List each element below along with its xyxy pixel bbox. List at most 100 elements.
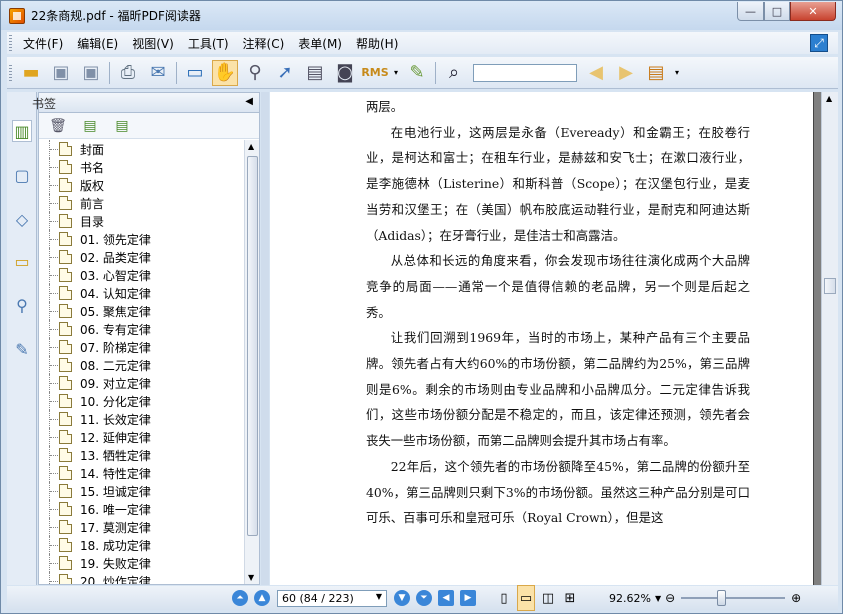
bookmark-item[interactable]: 02. 品类定律: [39, 248, 245, 266]
last-page-icon[interactable]: ⏷: [416, 590, 432, 606]
bookmark-label: 19. 失败定律: [80, 557, 151, 571]
bookmark-item[interactable]: 06. 专有定律: [39, 320, 245, 338]
menu-form[interactable]: 表单(M): [291, 35, 349, 52]
bookmark-label: 03. 心智定律: [80, 269, 151, 283]
find-previous-icon[interactable]: ◀: [583, 60, 609, 86]
previous-page-icon[interactable]: ▲: [254, 590, 270, 606]
bookmark-item[interactable]: 05. 聚焦定律: [39, 302, 245, 320]
zoom-tool-icon[interactable]: ⚲: [242, 60, 268, 86]
panel-splitter[interactable]: [261, 92, 269, 585]
fullscreen-icon[interactable]: ⤢: [810, 34, 828, 52]
close-button[interactable]: ✕: [790, 2, 836, 21]
document-scroll-thumb[interactable]: [824, 278, 836, 294]
bookmark-item[interactable]: 20. 炒作定律: [39, 572, 245, 584]
open-folder-icon[interactable]: ▬: [18, 60, 44, 86]
print-icon[interactable]: ⎙: [115, 60, 141, 86]
tree-line: [50, 203, 58, 204]
bookmarks-scroll-thumb[interactable]: [247, 156, 258, 536]
scroll-down-icon[interactable]: ▼: [248, 573, 254, 582]
bookmark-item[interactable]: 18. 成功定律: [39, 536, 245, 554]
zoom-dropdown-icon[interactable]: ▼: [655, 594, 661, 603]
bookmarks-scrollbar[interactable]: ▲ ▼: [244, 140, 259, 584]
minimize-button[interactable]: —: [737, 2, 764, 21]
save-as-icon[interactable]: ▣: [78, 60, 104, 86]
menu-help[interactable]: 帮助(H): [349, 35, 405, 52]
bookmark-item[interactable]: 16. 唯一定律: [39, 500, 245, 518]
dropdown-arrow-icon[interactable]: ▾: [673, 60, 681, 86]
comments-tab-icon[interactable]: ▭: [12, 250, 32, 272]
bookmark-item[interactable]: 前言: [39, 194, 245, 212]
bookmark-item[interactable]: 09. 对立定律: [39, 374, 245, 392]
snapshot-camera-icon[interactable]: ◙: [332, 60, 358, 86]
go-back-icon[interactable]: ◀: [438, 590, 454, 606]
tree-line: [50, 545, 58, 546]
document-scrollbar[interactable]: ▲: [821, 92, 838, 585]
zoom-slider[interactable]: [681, 590, 786, 606]
menu-file[interactable]: 文件(F): [16, 35, 70, 52]
collapse-panel-icon[interactable]: ◀: [245, 96, 253, 107]
title-bar: 22条商规.pdf - 福昕PDF阅读器 — □ ✕: [1, 1, 842, 30]
bookmark-item[interactable]: 10. 分化定律: [39, 392, 245, 410]
scroll-up-icon[interactable]: ▲: [826, 94, 832, 103]
first-page-icon[interactable]: ⏶: [232, 590, 248, 606]
bookmark-page-icon: [59, 538, 72, 552]
go-forward-icon[interactable]: ▶: [460, 590, 476, 606]
bookmark-item[interactable]: 14. 特性定律: [39, 464, 245, 482]
continuous-page-icon[interactable]: ▭: [517, 585, 535, 611]
full-screen-monitor-icon[interactable]: ▭: [182, 60, 208, 86]
bookmark-item[interactable]: 04. 认知定律: [39, 284, 245, 302]
zoom-slider-knob[interactable]: [717, 590, 727, 606]
bookmark-item[interactable]: 07. 阶梯定律: [39, 338, 245, 356]
bookmark-item[interactable]: 11. 长效定律: [39, 410, 245, 428]
hand-tool-icon[interactable]: ✋: [212, 59, 238, 86]
pages-tab-icon[interactable]: ▢: [12, 164, 32, 186]
zoom-level[interactable]: 92.62%: [609, 592, 651, 605]
delete-bookmark-icon[interactable]: 🗑: [47, 116, 69, 136]
continuous-facing-icon[interactable]: ⊞: [561, 585, 579, 611]
bookmark-item[interactable]: 17. 莫测定律: [39, 518, 245, 536]
facing-page-icon[interactable]: ◫: [539, 585, 557, 611]
rms-icon[interactable]: RMS: [361, 60, 388, 86]
signatures-tab-icon[interactable]: ✎: [12, 338, 32, 360]
bookmark-item[interactable]: 12. 延伸定律: [39, 428, 245, 446]
bookmark-item[interactable]: 版权: [39, 176, 245, 194]
layers-tab-icon[interactable]: ◇: [12, 208, 32, 230]
bookmark-item[interactable]: 封面: [39, 140, 245, 158]
page-dropdown-icon[interactable]: ▼: [373, 592, 385, 605]
menu-edit[interactable]: 编辑(E): [70, 35, 125, 52]
find-input[interactable]: [473, 63, 577, 82]
bookmark-item[interactable]: 13. 牺牲定律: [39, 446, 245, 464]
document-properties-icon[interactable]: ▤: [643, 60, 669, 86]
page-number-field[interactable]: 60 (84 / 223) ▼: [277, 589, 387, 607]
menu-tools[interactable]: 工具(T): [181, 35, 236, 52]
toolbar-grip[interactable]: [9, 64, 12, 81]
zoom-in-icon[interactable]: ⊕: [791, 591, 801, 605]
select-arrow-icon[interactable]: ➚: [272, 60, 298, 86]
bookmark-item[interactable]: 01. 领先定律: [39, 230, 245, 248]
bookmark-item[interactable]: 15. 坦诚定律: [39, 482, 245, 500]
bookmark-item[interactable]: 08. 二元定律: [39, 356, 245, 374]
dropdown-arrow-icon[interactable]: ▾: [392, 60, 400, 86]
next-page-icon[interactable]: ▼: [394, 590, 410, 606]
maximize-button[interactable]: □: [764, 2, 790, 21]
sign-pen-icon[interactable]: ✎: [404, 60, 430, 86]
find-binoculars-icon[interactable]: ⌕: [441, 60, 467, 86]
find-next-icon[interactable]: ▶: [613, 60, 639, 86]
text-select-icon[interactable]: ▤: [302, 60, 328, 86]
menu-grip[interactable]: [9, 35, 12, 51]
save-icon[interactable]: ▣: [48, 60, 74, 86]
bookmark-item[interactable]: 19. 失败定律: [39, 554, 245, 572]
bookmarks-tab-icon[interactable]: ▥: [12, 120, 32, 142]
bookmark-item[interactable]: 03. 心智定律: [39, 266, 245, 284]
menu-view[interactable]: 视图(V): [125, 35, 181, 52]
bookmark-item[interactable]: 书名: [39, 158, 245, 176]
zoom-out-icon[interactable]: ⊖: [665, 591, 675, 605]
add-bookmark-icon[interactable]: ▤: [79, 116, 101, 136]
single-page-icon[interactable]: ▯: [495, 585, 513, 611]
scroll-up-icon[interactable]: ▲: [248, 142, 254, 151]
add-child-bookmark-icon[interactable]: ▤: [111, 116, 133, 136]
attachments-tab-icon[interactable]: ⚲: [12, 294, 32, 316]
bookmark-item[interactable]: 目录: [39, 212, 245, 230]
menu-comment[interactable]: 注释(C): [236, 35, 292, 52]
email-icon[interactable]: ✉: [145, 60, 171, 86]
